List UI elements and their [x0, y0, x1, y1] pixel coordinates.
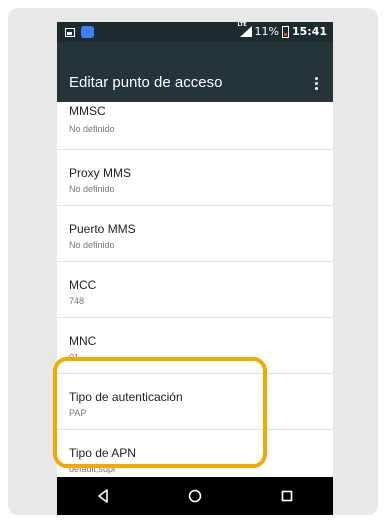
signal-icon: LTE — [238, 22, 252, 37]
recents-button[interactable] — [267, 481, 307, 511]
setting-mmsc[interactable]: MMSC No definido — [57, 102, 333, 150]
recents-icon — [281, 490, 293, 502]
phone-screen: LTE 11% 15:41 Editar punto de acceso MMS… — [57, 22, 333, 515]
setting-summary: default,supl — [69, 464, 116, 474]
page-title: Editar punto de acceso — [69, 74, 223, 91]
home-button[interactable] — [175, 481, 215, 511]
setting-title: Tipo de APN — [69, 446, 136, 460]
battery-percent: 11% — [254, 25, 279, 38]
app-notification-icon — [81, 26, 94, 38]
setting-title: Tipo de autenticación — [69, 390, 183, 404]
setting-title: MMSC — [69, 104, 106, 118]
setting-mnc[interactable]: MNC 01 — [57, 318, 333, 374]
image-notification-icon — [65, 27, 75, 37]
setting-summary: 01 — [69, 352, 80, 362]
setting-auth-type[interactable]: Tipo de autenticación PAP — [57, 374, 333, 430]
clock: 15:41 — [291, 25, 327, 38]
status-bar: LTE 11% 15:41 — [57, 22, 333, 42]
setting-title: Proxy MMS — [69, 166, 132, 180]
overflow-menu-icon[interactable] — [315, 77, 319, 93]
navigation-bar — [57, 477, 333, 515]
battery-icon — [281, 25, 289, 38]
back-button[interactable] — [83, 481, 123, 511]
apn-settings-list: MMSC No definido Proxy MMS No definido P… — [57, 102, 333, 486]
setting-title: MCC — [69, 278, 97, 292]
setting-mcc[interactable]: MCC 748 — [57, 262, 333, 318]
setting-summary: PAP — [69, 408, 87, 418]
network-type: LTE — [237, 22, 247, 28]
setting-title: MNC — [69, 334, 97, 348]
setting-summary: 748 — [69, 296, 85, 306]
setting-summary: No definido — [69, 124, 115, 134]
app-toolbar: Editar punto de acceso — [57, 42, 333, 102]
setting-title: Puerto MMS — [69, 222, 136, 236]
back-icon — [98, 489, 108, 503]
setting-mms-port[interactable]: Puerto MMS No definido — [57, 206, 333, 262]
setting-summary: No definido — [69, 184, 115, 194]
home-icon — [188, 489, 202, 503]
setting-mms-proxy[interactable]: Proxy MMS No definido — [57, 150, 333, 206]
setting-summary: No definido — [69, 240, 115, 250]
